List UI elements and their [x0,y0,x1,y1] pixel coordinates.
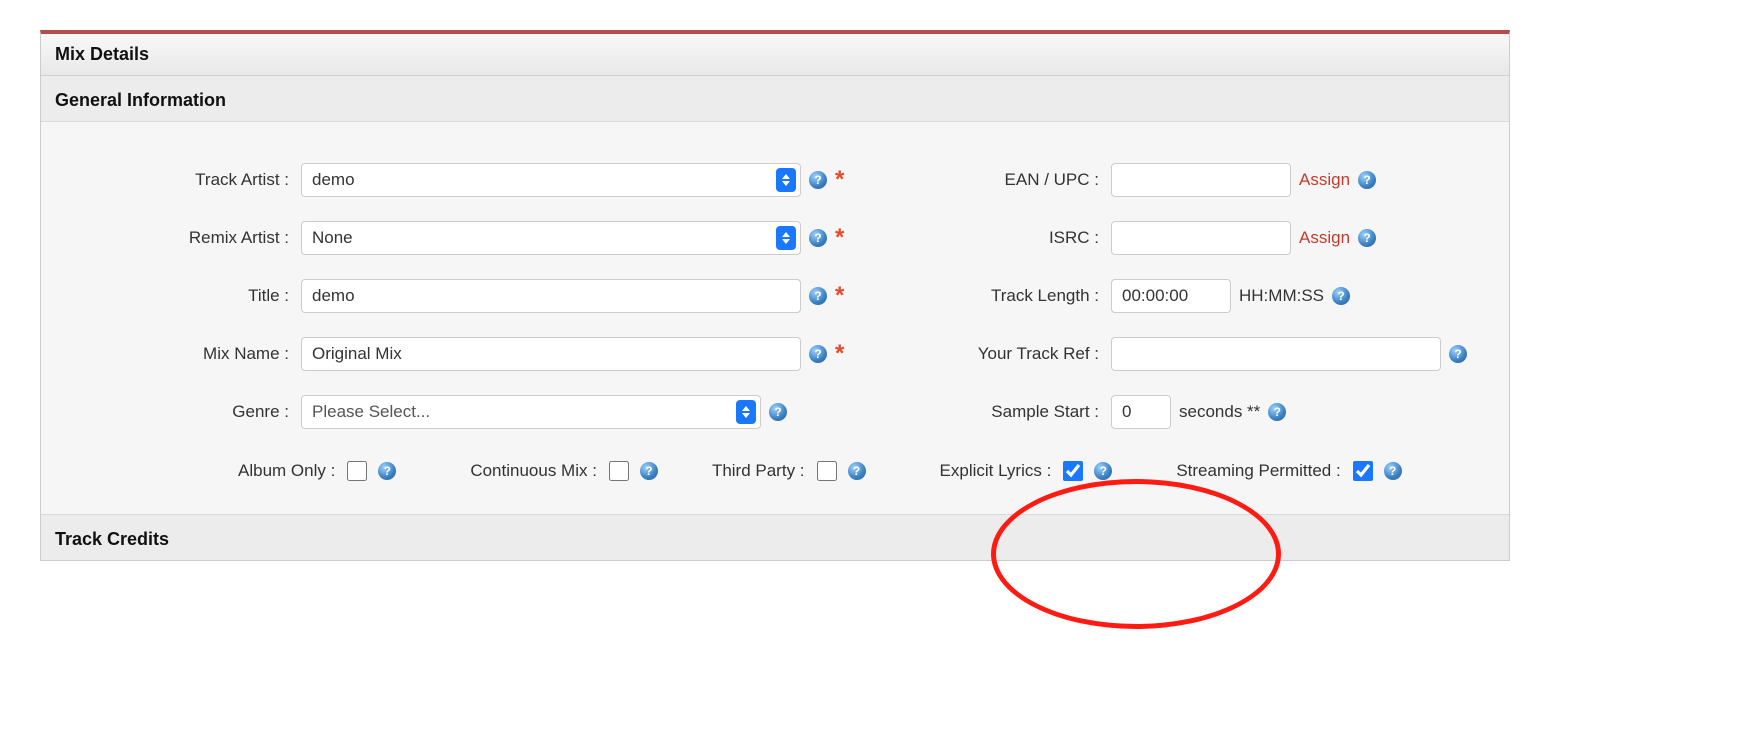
continuous-mix-label: Continuous Mix : [470,461,597,481]
ean-upc-input[interactable] [1111,163,1291,197]
third-party-checkbox[interactable] [817,461,837,481]
remix-artist-select[interactable]: None [301,221,801,255]
sample-start-hint: seconds ** [1179,402,1260,422]
panel-title: Mix Details [41,34,1509,76]
chevron-updown-icon [776,168,796,192]
mix-name-label: Mix Name : [101,344,301,364]
chevron-updown-icon [736,400,756,424]
title-label: Title : [101,286,301,306]
sample-start-input[interactable] [1111,395,1171,429]
help-icon[interactable]: ? [378,462,396,480]
required-star-icon: * [835,166,844,194]
track-ref-input[interactable] [1111,337,1441,371]
mix-details-panel: Mix Details General Information Track Ar… [40,30,1510,561]
help-icon[interactable]: ? [1268,403,1286,421]
remix-artist-label: Remix Artist : [101,228,301,248]
explicit-lyrics-checkbox[interactable] [1063,461,1083,481]
track-length-hint: HH:MM:SS [1239,286,1324,306]
track-artist-select[interactable]: demo [301,163,801,197]
album-only-label: Album Only : [238,461,335,481]
streaming-permitted-label: Streaming Permitted : [1176,461,1340,481]
track-artist-value: demo [312,170,355,190]
genre-select[interactable]: Please Select... [301,395,761,429]
genre-label: Genre : [101,402,301,422]
required-star-icon: * [835,224,844,252]
help-icon[interactable]: ? [848,462,866,480]
isrc-input[interactable] [1111,221,1291,255]
help-icon[interactable]: ? [809,287,827,305]
help-icon[interactable]: ? [640,462,658,480]
mix-name-input[interactable] [301,337,801,371]
isrc-label: ISRC : [941,228,1111,248]
help-icon[interactable]: ? [809,171,827,189]
title-input[interactable] [301,279,801,313]
third-party-label: Third Party : [712,461,805,481]
help-icon[interactable]: ? [1094,462,1112,480]
track-artist-label: Track Artist : [101,170,301,190]
ean-upc-label: EAN / UPC : [941,170,1111,190]
required-star-icon: * [835,340,844,368]
sample-start-label: Sample Start : [941,402,1111,422]
help-icon[interactable]: ? [1358,171,1376,189]
help-icon[interactable]: ? [769,403,787,421]
track-length-label: Track Length : [941,286,1111,306]
help-icon[interactable]: ? [1449,345,1467,363]
track-ref-label: Your Track Ref : [941,344,1111,364]
isrc-assign-link[interactable]: Assign [1299,228,1350,248]
ean-assign-link[interactable]: Assign [1299,170,1350,190]
help-icon[interactable]: ? [1358,229,1376,247]
help-icon[interactable]: ? [1384,462,1402,480]
help-icon[interactable]: ? [809,345,827,363]
section-general-information: General Information [41,76,1509,122]
remix-artist-value: None [312,228,353,248]
section-track-credits: Track Credits [41,514,1509,560]
streaming-permitted-checkbox[interactable] [1353,461,1373,481]
form-body: Track Artist : demo ? * Remix Artist : [41,122,1509,514]
track-length-input[interactable] [1111,279,1231,313]
continuous-mix-checkbox[interactable] [609,461,629,481]
explicit-lyrics-label: Explicit Lyrics : [940,461,1052,481]
help-icon[interactable]: ? [1332,287,1350,305]
album-only-checkbox[interactable] [347,461,367,481]
chevron-updown-icon [776,226,796,250]
checkbox-row: Album Only : ? Continuous Mix : ? Third … [101,452,1449,484]
genre-placeholder: Please Select... [312,402,430,422]
help-icon[interactable]: ? [809,229,827,247]
required-star-icon: * [835,282,844,310]
